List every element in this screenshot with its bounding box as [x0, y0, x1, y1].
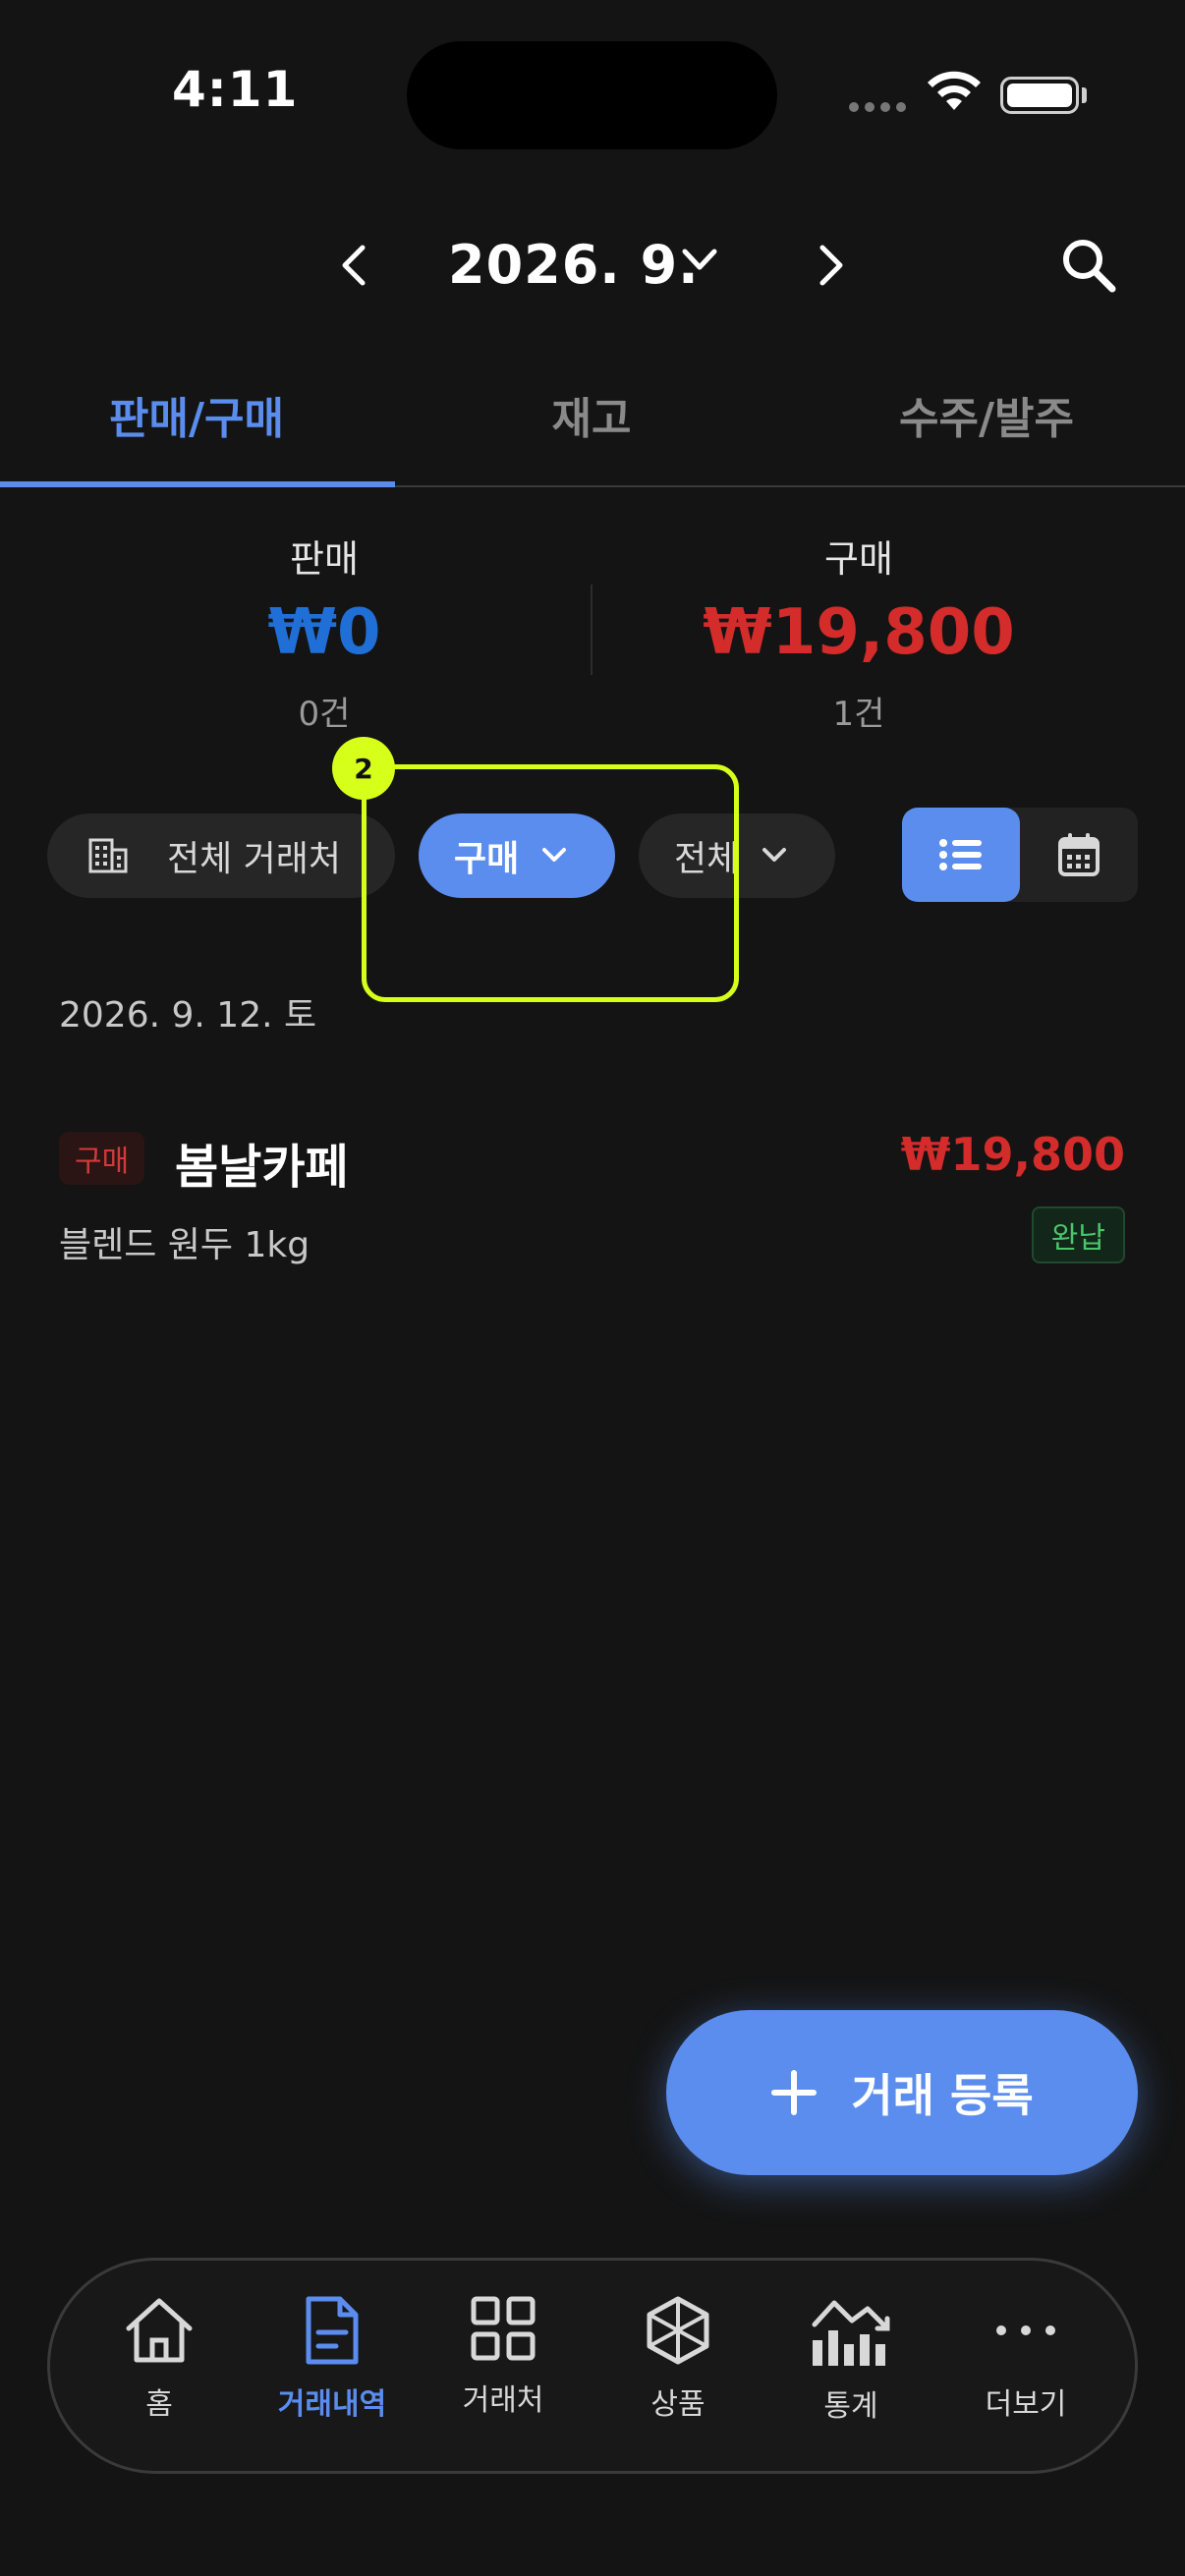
cube-icon [647, 2296, 709, 2365]
document-icon [306, 2296, 359, 2365]
transaction-type-badge: 구매 [59, 1132, 145, 1185]
dynamic-island [407, 41, 777, 149]
more-icon [996, 2325, 1055, 2335]
list-view-button[interactable] [902, 808, 1020, 902]
nav-label-products: 상품 [650, 2387, 705, 2422]
calendar-view-button[interactable] [1020, 808, 1138, 902]
nav-item-stats[interactable]: 통계 [764, 2295, 937, 2425]
tab-orders[interactable]: 수주/발주 [790, 383, 1183, 446]
signal-icon [849, 102, 906, 112]
partner-filter[interactable]: 전체 거래처 [47, 813, 395, 898]
nav-label-stats: 통계 [823, 2389, 878, 2424]
nav-item-transactions[interactable]: 거래내역 [246, 2295, 419, 2423]
nav-item-products[interactable]: 상품 [592, 2295, 764, 2423]
nav-item-partners[interactable]: 거래처 [417, 2295, 590, 2419]
purchase-summary: 구매 ₩19,800 1건 [593, 529, 1124, 735]
chevron-down-icon[interactable] [680, 246, 719, 279]
tab-sales-purchase[interactable]: 판매/구매 [0, 383, 393, 446]
summary-divider [591, 585, 592, 675]
annotation-badge: 2 [332, 737, 395, 800]
payment-status-badge: 완납 [1031, 1206, 1125, 1263]
wifi-icon [924, 71, 985, 120]
sales-amount: ₩0 [267, 596, 381, 669]
add-transaction-label: 거래 등록 [851, 2069, 1034, 2122]
sales-count: 0건 [298, 695, 351, 734]
chevron-right-icon [819, 245, 843, 286]
chart-icon [812, 2300, 890, 2366]
grid-icon [471, 2296, 536, 2361]
transaction-description: 블렌드 원두 1kg [59, 1225, 310, 1265]
plus-icon [770, 2069, 818, 2116]
prev-month-button[interactable] [324, 236, 383, 295]
purchase-amount: ₩19,800 [703, 596, 1015, 669]
sales-label: 판매 [290, 537, 359, 581]
nav-item-home[interactable]: 홈 [73, 2295, 246, 2423]
transaction-amount: ₩19,800 [900, 1128, 1125, 1181]
next-month-button[interactable] [802, 236, 861, 295]
add-transaction-button[interactable]: 거래 등록 [666, 2010, 1138, 2175]
tab-inventory[interactable]: 재고 [395, 383, 788, 446]
nav-label-partners: 거래처 [462, 2383, 544, 2418]
nav-label-transactions: 거래내역 [277, 2387, 387, 2422]
purchase-count: 1건 [832, 695, 885, 734]
sales-summary: 판매 ₩0 0건 [59, 529, 590, 735]
nav-item-more[interactable]: 더보기 [939, 2295, 1112, 2423]
annotation-highlight-box [362, 764, 739, 1002]
view-toggle [902, 808, 1138, 902]
search-icon[interactable] [1059, 236, 1118, 299]
list-icon [939, 839, 982, 870]
partner-filter-label: 전체 거래처 [167, 839, 342, 879]
month-selector[interactable]: 2026. 9. [448, 234, 700, 296]
purchase-label: 구매 [824, 537, 893, 581]
chevron-down-icon [761, 846, 788, 866]
tab-indicator [0, 481, 395, 487]
battery-icon [1000, 77, 1079, 114]
home-icon [126, 2298, 193, 2363]
chevron-left-icon [342, 245, 366, 286]
battery-cap [1082, 87, 1087, 103]
status-time: 4:11 [172, 61, 299, 118]
calendar-icon [1058, 833, 1100, 876]
nav-label-home: 홈 [145, 2387, 173, 2422]
list-date-header: 2026. 9. 12. 토 [59, 995, 317, 1036]
building-icon [86, 836, 130, 875]
transaction-partner: 봄날카페 [175, 1140, 349, 1195]
nav-label-more: 더보기 [985, 2387, 1067, 2422]
